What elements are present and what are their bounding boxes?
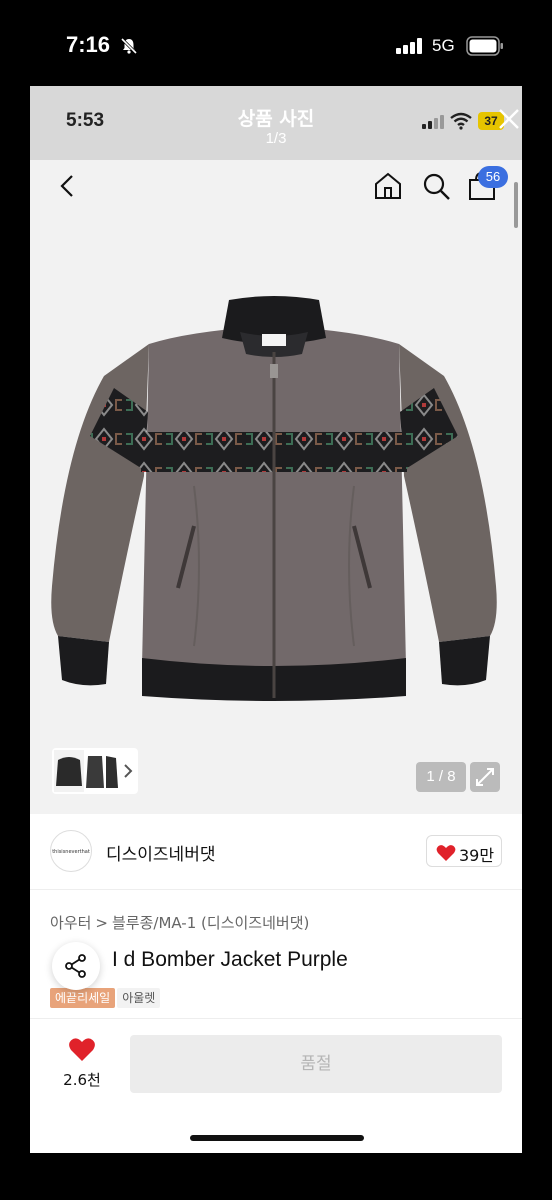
top-navigation: 56 [30, 160, 522, 216]
product-title: I d Bomber Jacket Purple [112, 948, 348, 971]
viewer-counter: 1/3 [265, 130, 287, 147]
device-status-bar: 7:16 5G [0, 0, 552, 86]
scrollbar[interactable] [514, 182, 518, 228]
wishlist-button[interactable]: 2.6천 [54, 1037, 110, 1097]
search-icon[interactable] [420, 170, 452, 202]
back-arrow-icon[interactable] [54, 172, 82, 200]
heart-icon [436, 845, 456, 861]
sold-out-button[interactable]: 품절 [130, 1035, 502, 1093]
close-icon[interactable] [496, 106, 522, 132]
wifi-icon [450, 112, 472, 134]
inner-signal-icon [422, 114, 444, 133]
bottom-action-bar: 2.6천 품절 [30, 1018, 522, 1153]
home-icon[interactable] [372, 170, 404, 202]
brand-like-count: 39만 [459, 846, 495, 865]
share-icon [65, 954, 86, 978]
cart-count-badge: 56 [478, 166, 508, 188]
breadcrumb-level1[interactable]: 아우터 [50, 914, 91, 932]
wishlist-count: 2.6천 [63, 1071, 101, 1089]
home-indicator[interactable] [190, 1135, 364, 1141]
network-type: 5G [432, 36, 455, 55]
expand-icon[interactable] [470, 762, 500, 792]
chevron-right-icon[interactable] [122, 762, 134, 780]
brand-logo[interactable]: thisisneverthat [50, 830, 92, 872]
battery-icon [466, 36, 504, 60]
image-area: 5:53 상품 사진 1/3 37 56 1 / 8 [30, 86, 522, 814]
heart-icon [69, 1038, 95, 1061]
product-tags: 에끝리세일 아울렛 [50, 988, 162, 1008]
tag-outlet: 아울렛 [117, 988, 161, 1008]
breadcrumb: 아우터 > 블루종/MA-1 (디스이즈네버댓) [50, 912, 309, 933]
brand-like-button[interactable]: 39만 [426, 835, 502, 867]
share-button[interactable] [52, 942, 100, 990]
image-counter: 1 / 8 [416, 762, 466, 792]
silent-bell-icon [120, 37, 138, 59]
breadcrumb-level2[interactable]: 블루종/MA-1 (디스이즈네버댓) [112, 914, 309, 932]
product-title-row: I d Bomber Jacket Purple [50, 942, 510, 990]
brand-name[interactable]: 디스이즈네버댓 [106, 840, 215, 865]
product-photo-viewer: 5:53 상품 사진 1/3 37 56 1 / 8 thisisneverth… [30, 86, 522, 1153]
tag-sale: 에끝리세일 [50, 988, 116, 1008]
brand-row[interactable]: thisisneverthat 디스이즈네버댓 39만 [30, 814, 522, 890]
device-time: 7:16 [66, 32, 111, 57]
viewer-title: 상품 사진 [237, 108, 315, 130]
product-image[interactable] [44, 286, 504, 726]
breadcrumb-separator: > [95, 914, 108, 932]
signal-icon [396, 38, 424, 58]
